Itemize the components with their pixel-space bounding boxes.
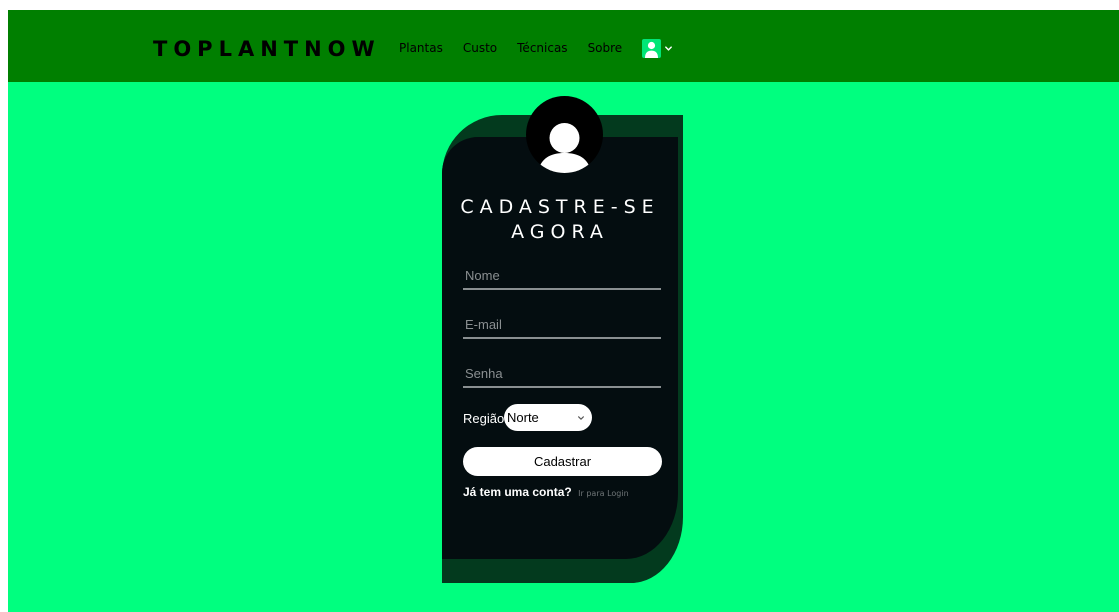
email-input[interactable]	[463, 311, 661, 339]
nav-links: Plantas Custo Técnicas Sobre	[399, 39, 622, 57]
chevron-down-icon	[577, 410, 585, 425]
region-label: Região	[463, 411, 505, 426]
signup-card	[442, 115, 683, 583]
user-icon	[642, 39, 661, 58]
brand-logo[interactable]: TOPLANTNOW	[153, 36, 381, 62]
login-question: Já tem uma conta?	[463, 485, 572, 499]
user-menu[interactable]	[642, 39, 673, 58]
nav-link-plantas[interactable]: Plantas	[399, 39, 443, 57]
login-link[interactable]: Ir para Login	[578, 489, 629, 498]
login-prompt: Já tem uma conta? Ir para Login	[463, 484, 629, 502]
submit-button[interactable]: Cadastrar	[463, 447, 662, 476]
nav-link-sobre[interactable]: Sobre	[588, 39, 623, 57]
region-selected-value: Norte	[507, 410, 539, 425]
nav-link-custo[interactable]: Custo	[463, 39, 497, 57]
password-input[interactable]	[463, 360, 661, 388]
user-avatar-icon	[526, 96, 603, 173]
form-title: CADASTRE-SE AGORA	[460, 196, 660, 243]
nav-link-tecnicas[interactable]: Técnicas	[517, 39, 567, 57]
chevron-down-icon	[664, 40, 673, 58]
region-select[interactable]: Norte	[504, 404, 592, 431]
navbar: TOPLANTNOW Plantas Custo Técnicas Sobre	[8, 10, 1119, 82]
name-input[interactable]	[463, 262, 661, 290]
